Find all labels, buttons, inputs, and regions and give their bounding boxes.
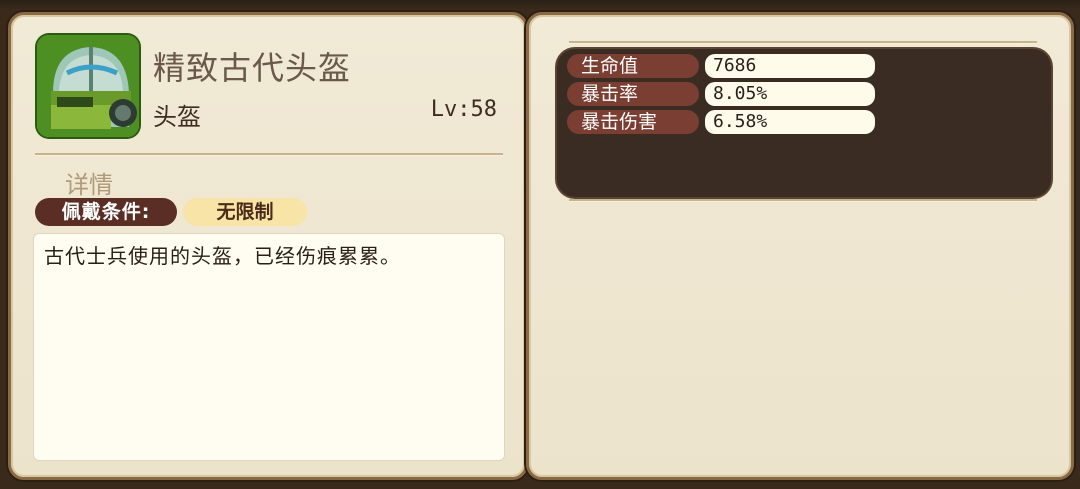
description-box: 古代士兵使用的头盔，已经伤痕累累。: [33, 233, 505, 461]
item-type: 头盔: [153, 103, 201, 131]
divider: [569, 199, 1037, 202]
item-info-panel: 精致古代头盔 头盔 Lv:58 详情 佩戴条件: 无限制 古代士兵使用的头盔，已…: [8, 12, 528, 480]
item-name: 精致古代头盔: [153, 49, 352, 87]
stat-label: 生命值: [567, 54, 699, 78]
divider: [35, 153, 503, 156]
top-bar: [0, 0, 1080, 10]
stats-box: 生命值 7686 暴击率 8.05% 暴击伤害 6.58%: [557, 49, 1051, 197]
item-stats-panel: 生命值 7686 暴击率 8.05% 暴击伤害 6.58%: [526, 12, 1074, 480]
item-level: Lv:58: [430, 97, 497, 122]
stat-value: 8.05%: [705, 82, 875, 106]
requirement-value: 无限制: [183, 198, 307, 226]
stat-value: 6.58%: [705, 110, 875, 134]
item-description: 古代士兵使用的头盔，已经伤痕累累。: [44, 244, 401, 268]
stat-value: 7686: [705, 54, 875, 78]
helmet-icon: [37, 35, 139, 137]
divider: [569, 41, 1037, 44]
requirement-label: 佩戴条件:: [35, 198, 177, 226]
stat-label: 暴击率: [567, 82, 699, 106]
details-title: 详情: [65, 171, 113, 199]
stat-label: 暴击伤害: [567, 110, 699, 134]
